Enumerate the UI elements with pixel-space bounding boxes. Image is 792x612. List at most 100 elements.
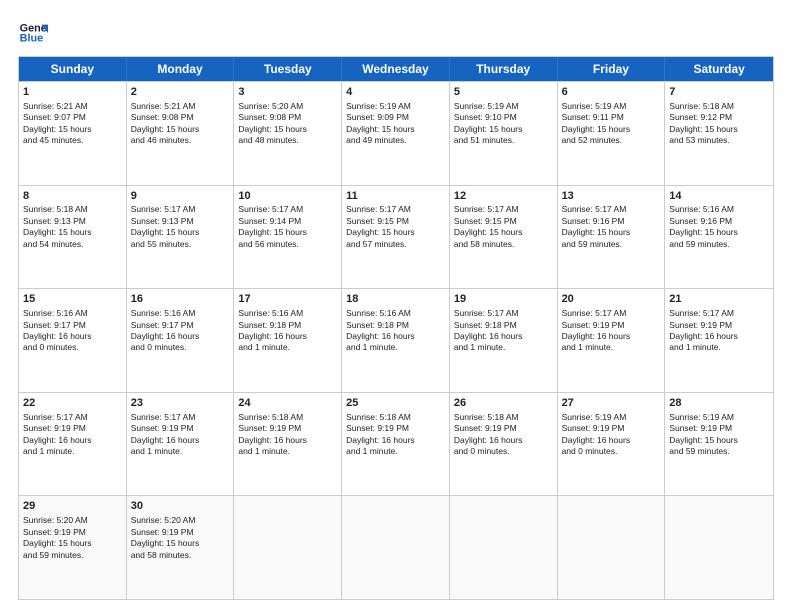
day-number: 20 <box>562 292 661 307</box>
day-info: Daylight: 15 hours <box>346 227 445 238</box>
calendar-cell <box>234 496 342 599</box>
calendar-cell: 29Sunrise: 5:20 AMSunset: 9:19 PMDayligh… <box>19 496 127 599</box>
calendar-cell: 22Sunrise: 5:17 AMSunset: 9:19 PMDayligh… <box>19 393 127 496</box>
day-info: Sunset: 9:11 PM <box>562 112 661 123</box>
calendar-cell: 13Sunrise: 5:17 AMSunset: 9:16 PMDayligh… <box>558 186 666 289</box>
calendar: SundayMondayTuesdayWednesdayThursdayFrid… <box>18 56 774 600</box>
calendar-header: SundayMondayTuesdayWednesdayThursdayFrid… <box>19 57 773 81</box>
day-info: Daylight: 15 hours <box>454 124 553 135</box>
day-number: 12 <box>454 189 553 204</box>
calendar-cell: 14Sunrise: 5:16 AMSunset: 9:16 PMDayligh… <box>665 186 773 289</box>
day-info: and 54 minutes. <box>23 239 122 250</box>
day-info: Sunset: 9:14 PM <box>238 216 337 227</box>
day-number: 17 <box>238 292 337 307</box>
day-info: and 56 minutes. <box>238 239 337 250</box>
day-info: Daylight: 16 hours <box>669 331 769 342</box>
day-info: Sunrise: 5:17 AM <box>454 308 553 319</box>
day-info: Sunset: 9:16 PM <box>562 216 661 227</box>
day-info: Daylight: 15 hours <box>23 124 122 135</box>
day-info: Daylight: 16 hours <box>238 435 337 446</box>
weekday-header: Tuesday <box>234 57 342 81</box>
day-info: Sunset: 9:19 PM <box>23 423 122 434</box>
day-info: and 59 minutes. <box>669 446 769 457</box>
day-info: Sunrise: 5:16 AM <box>669 204 769 215</box>
day-info: Daylight: 16 hours <box>346 435 445 446</box>
weekday-header: Sunday <box>19 57 127 81</box>
calendar-cell: 7Sunrise: 5:18 AMSunset: 9:12 PMDaylight… <box>665 82 773 185</box>
day-number: 7 <box>669 85 769 100</box>
day-info: Daylight: 15 hours <box>23 538 122 549</box>
day-info: and 1 minute. <box>669 342 769 353</box>
day-info: Sunrise: 5:18 AM <box>669 101 769 112</box>
day-info: Daylight: 16 hours <box>131 331 230 342</box>
day-info: Sunrise: 5:18 AM <box>238 412 337 423</box>
day-info: Sunrise: 5:18 AM <box>346 412 445 423</box>
day-info: Sunrise: 5:17 AM <box>23 412 122 423</box>
day-number: 4 <box>346 85 445 100</box>
day-info: Sunrise: 5:16 AM <box>346 308 445 319</box>
day-info: Sunset: 9:08 PM <box>131 112 230 123</box>
day-info: Sunset: 9:15 PM <box>454 216 553 227</box>
day-info: Sunset: 9:19 PM <box>131 527 230 538</box>
day-info: Daylight: 16 hours <box>23 331 122 342</box>
day-info: Sunrise: 5:17 AM <box>562 308 661 319</box>
day-info: and 52 minutes. <box>562 135 661 146</box>
day-info: Daylight: 15 hours <box>669 435 769 446</box>
header: General Blue <box>18 18 774 48</box>
day-info: and 59 minutes. <box>669 239 769 250</box>
calendar-page: General Blue SundayMondayTuesdayWednesda… <box>0 0 792 612</box>
day-info: and 1 minute. <box>454 342 553 353</box>
day-info: Sunrise: 5:16 AM <box>131 308 230 319</box>
day-info: Sunset: 9:13 PM <box>131 216 230 227</box>
day-info: and 55 minutes. <box>131 239 230 250</box>
day-info: Sunset: 9:17 PM <box>131 320 230 331</box>
calendar-cell: 3Sunrise: 5:20 AMSunset: 9:08 PMDaylight… <box>234 82 342 185</box>
day-info: and 1 minute. <box>346 342 445 353</box>
day-number: 16 <box>131 292 230 307</box>
day-info: and 57 minutes. <box>346 239 445 250</box>
day-info: Sunrise: 5:19 AM <box>669 412 769 423</box>
day-info: Daylight: 15 hours <box>454 227 553 238</box>
day-number: 19 <box>454 292 553 307</box>
day-number: 18 <box>346 292 445 307</box>
day-info: Sunrise: 5:21 AM <box>131 101 230 112</box>
calendar-cell: 15Sunrise: 5:16 AMSunset: 9:17 PMDayligh… <box>19 289 127 392</box>
day-number: 9 <box>131 189 230 204</box>
day-info: and 59 minutes. <box>562 239 661 250</box>
calendar-cell: 23Sunrise: 5:17 AMSunset: 9:19 PMDayligh… <box>127 393 235 496</box>
day-info: and 58 minutes. <box>131 550 230 561</box>
day-info: Daylight: 16 hours <box>454 435 553 446</box>
weekday-header: Monday <box>127 57 235 81</box>
day-info: Sunrise: 5:20 AM <box>238 101 337 112</box>
day-info: Daylight: 15 hours <box>669 124 769 135</box>
svg-text:Blue: Blue <box>20 32 43 44</box>
day-info: Daylight: 15 hours <box>562 124 661 135</box>
day-info: Sunset: 9:19 PM <box>562 320 661 331</box>
day-info: Sunset: 9:19 PM <box>669 423 769 434</box>
day-info: Sunrise: 5:17 AM <box>454 204 553 215</box>
day-info: Sunrise: 5:19 AM <box>346 101 445 112</box>
day-info: and 46 minutes. <box>131 135 230 146</box>
day-info: Sunset: 9:17 PM <box>23 320 122 331</box>
day-info: Sunrise: 5:16 AM <box>238 308 337 319</box>
calendar-cell: 30Sunrise: 5:20 AMSunset: 9:19 PMDayligh… <box>127 496 235 599</box>
day-info: Sunset: 9:16 PM <box>669 216 769 227</box>
day-info: Sunset: 9:10 PM <box>454 112 553 123</box>
day-info: Sunset: 9:19 PM <box>454 423 553 434</box>
day-info: Sunrise: 5:17 AM <box>131 204 230 215</box>
day-number: 29 <box>23 499 122 514</box>
calendar-cell: 12Sunrise: 5:17 AMSunset: 9:15 PMDayligh… <box>450 186 558 289</box>
day-info: Daylight: 15 hours <box>131 227 230 238</box>
day-number: 13 <box>562 189 661 204</box>
day-info: and 59 minutes. <box>23 550 122 561</box>
day-info: Daylight: 15 hours <box>238 227 337 238</box>
calendar-cell: 6Sunrise: 5:19 AMSunset: 9:11 PMDaylight… <box>558 82 666 185</box>
day-info: and 1 minute. <box>238 446 337 457</box>
calendar-row: 8Sunrise: 5:18 AMSunset: 9:13 PMDaylight… <box>19 185 773 289</box>
logo: General Blue <box>18 18 48 48</box>
day-info: and 0 minutes. <box>131 342 230 353</box>
day-number: 5 <box>454 85 553 100</box>
day-info: Sunrise: 5:17 AM <box>238 204 337 215</box>
day-number: 26 <box>454 396 553 411</box>
calendar-cell: 26Sunrise: 5:18 AMSunset: 9:19 PMDayligh… <box>450 393 558 496</box>
